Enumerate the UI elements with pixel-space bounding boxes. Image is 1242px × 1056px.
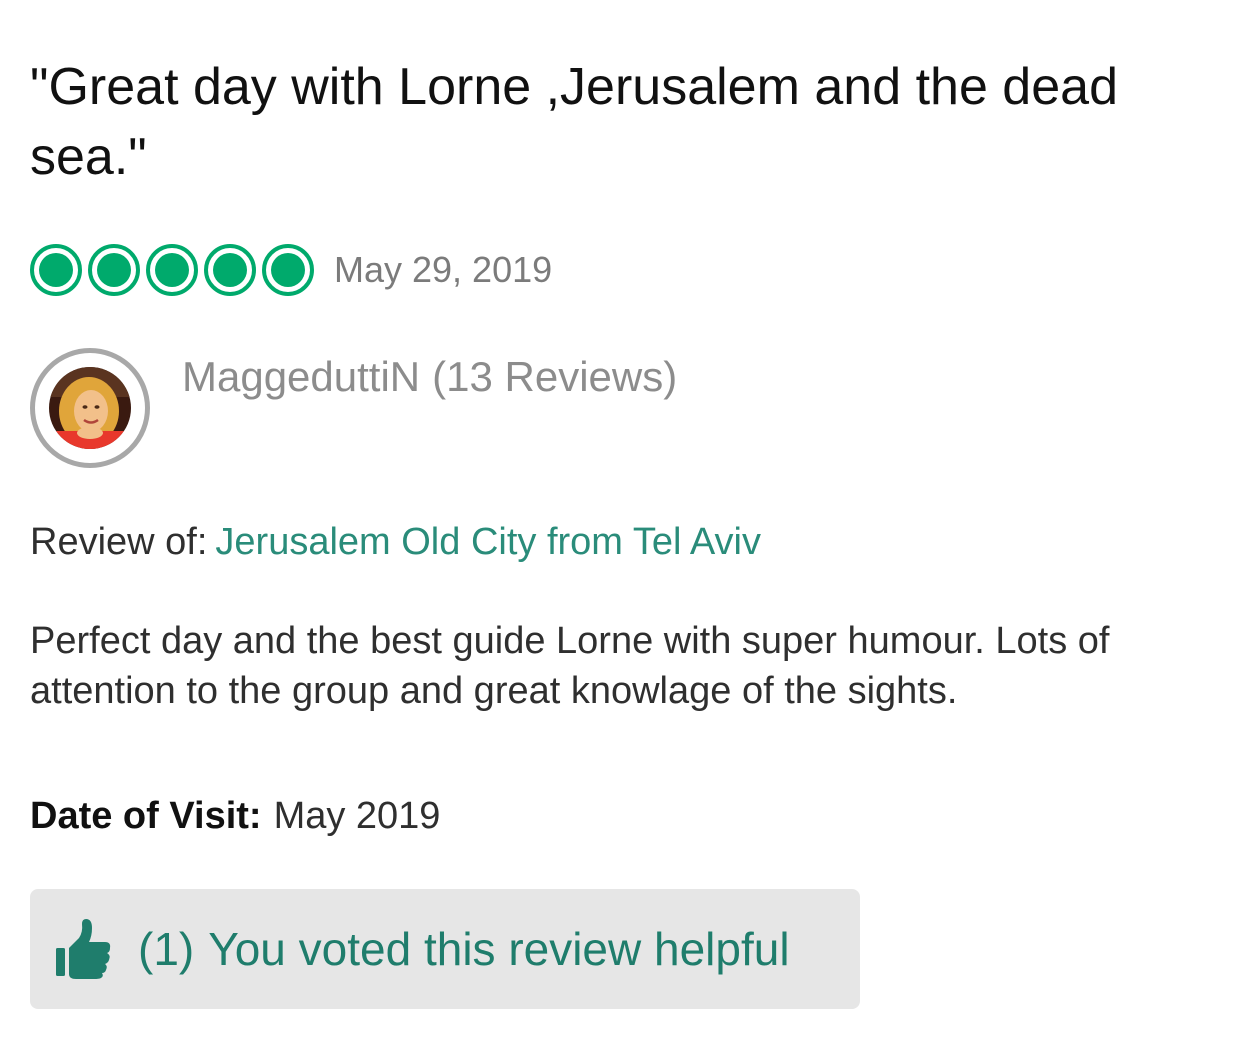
date-of-visit-label: Date of Visit: xyxy=(30,795,262,837)
helpful-text: (1) You voted this review helpful xyxy=(138,922,790,976)
rating-row: May 29, 2019 xyxy=(30,240,552,300)
helpful-vote-button[interactable]: (1) You voted this review helpful xyxy=(30,889,860,1009)
rating-bubble-fill xyxy=(39,253,73,287)
review-card: "Great day with Lorne ,Jerusalem and the… xyxy=(0,0,1242,1056)
review-of-link[interactable]: Jerusalem Old City from Tel Aviv xyxy=(215,521,761,563)
reviewer-review-count: (13 Reviews) xyxy=(432,353,678,400)
rating-bubble-fill xyxy=(97,253,131,287)
helpful-count: (1) xyxy=(138,923,195,975)
review-of-label: Review of: xyxy=(30,521,208,563)
review-of: Review of: Jerusalem Old City from Tel Av… xyxy=(30,516,761,568)
date-of-visit: Date of Visit: May 2019 xyxy=(30,790,440,842)
review-date: May 29, 2019 xyxy=(334,249,553,290)
rating-bubble-icon xyxy=(146,244,198,296)
rating-bubble-fill xyxy=(213,253,247,287)
avatar-photo xyxy=(49,367,131,449)
rating-bubble-fill xyxy=(271,253,305,287)
rating-bubble-icon xyxy=(88,244,140,296)
rating-bubble-icon xyxy=(262,244,314,296)
rating-bubble-icon xyxy=(204,244,256,296)
date-of-visit-value: May 2019 xyxy=(273,795,441,837)
rating-bubble-icon xyxy=(30,244,82,296)
reviewer-info: MaggeduttiN (13 Reviews) xyxy=(182,350,677,404)
reviewer: MaggeduttiN (13 Reviews) xyxy=(30,348,677,468)
avatar[interactable] xyxy=(30,348,150,468)
review-title: "Great day with Lorne ,Jerusalem and the… xyxy=(30,58,1118,186)
bubble-rating xyxy=(30,244,320,296)
reviewer-name[interactable]: MaggeduttiN xyxy=(182,353,420,400)
review-body: Perfect day and the best guide Lorne wit… xyxy=(30,620,1110,712)
rating-bubble-fill xyxy=(155,253,189,287)
helpful-label: You voted this review helpful xyxy=(208,923,790,975)
thumbs-up-icon xyxy=(56,919,111,979)
